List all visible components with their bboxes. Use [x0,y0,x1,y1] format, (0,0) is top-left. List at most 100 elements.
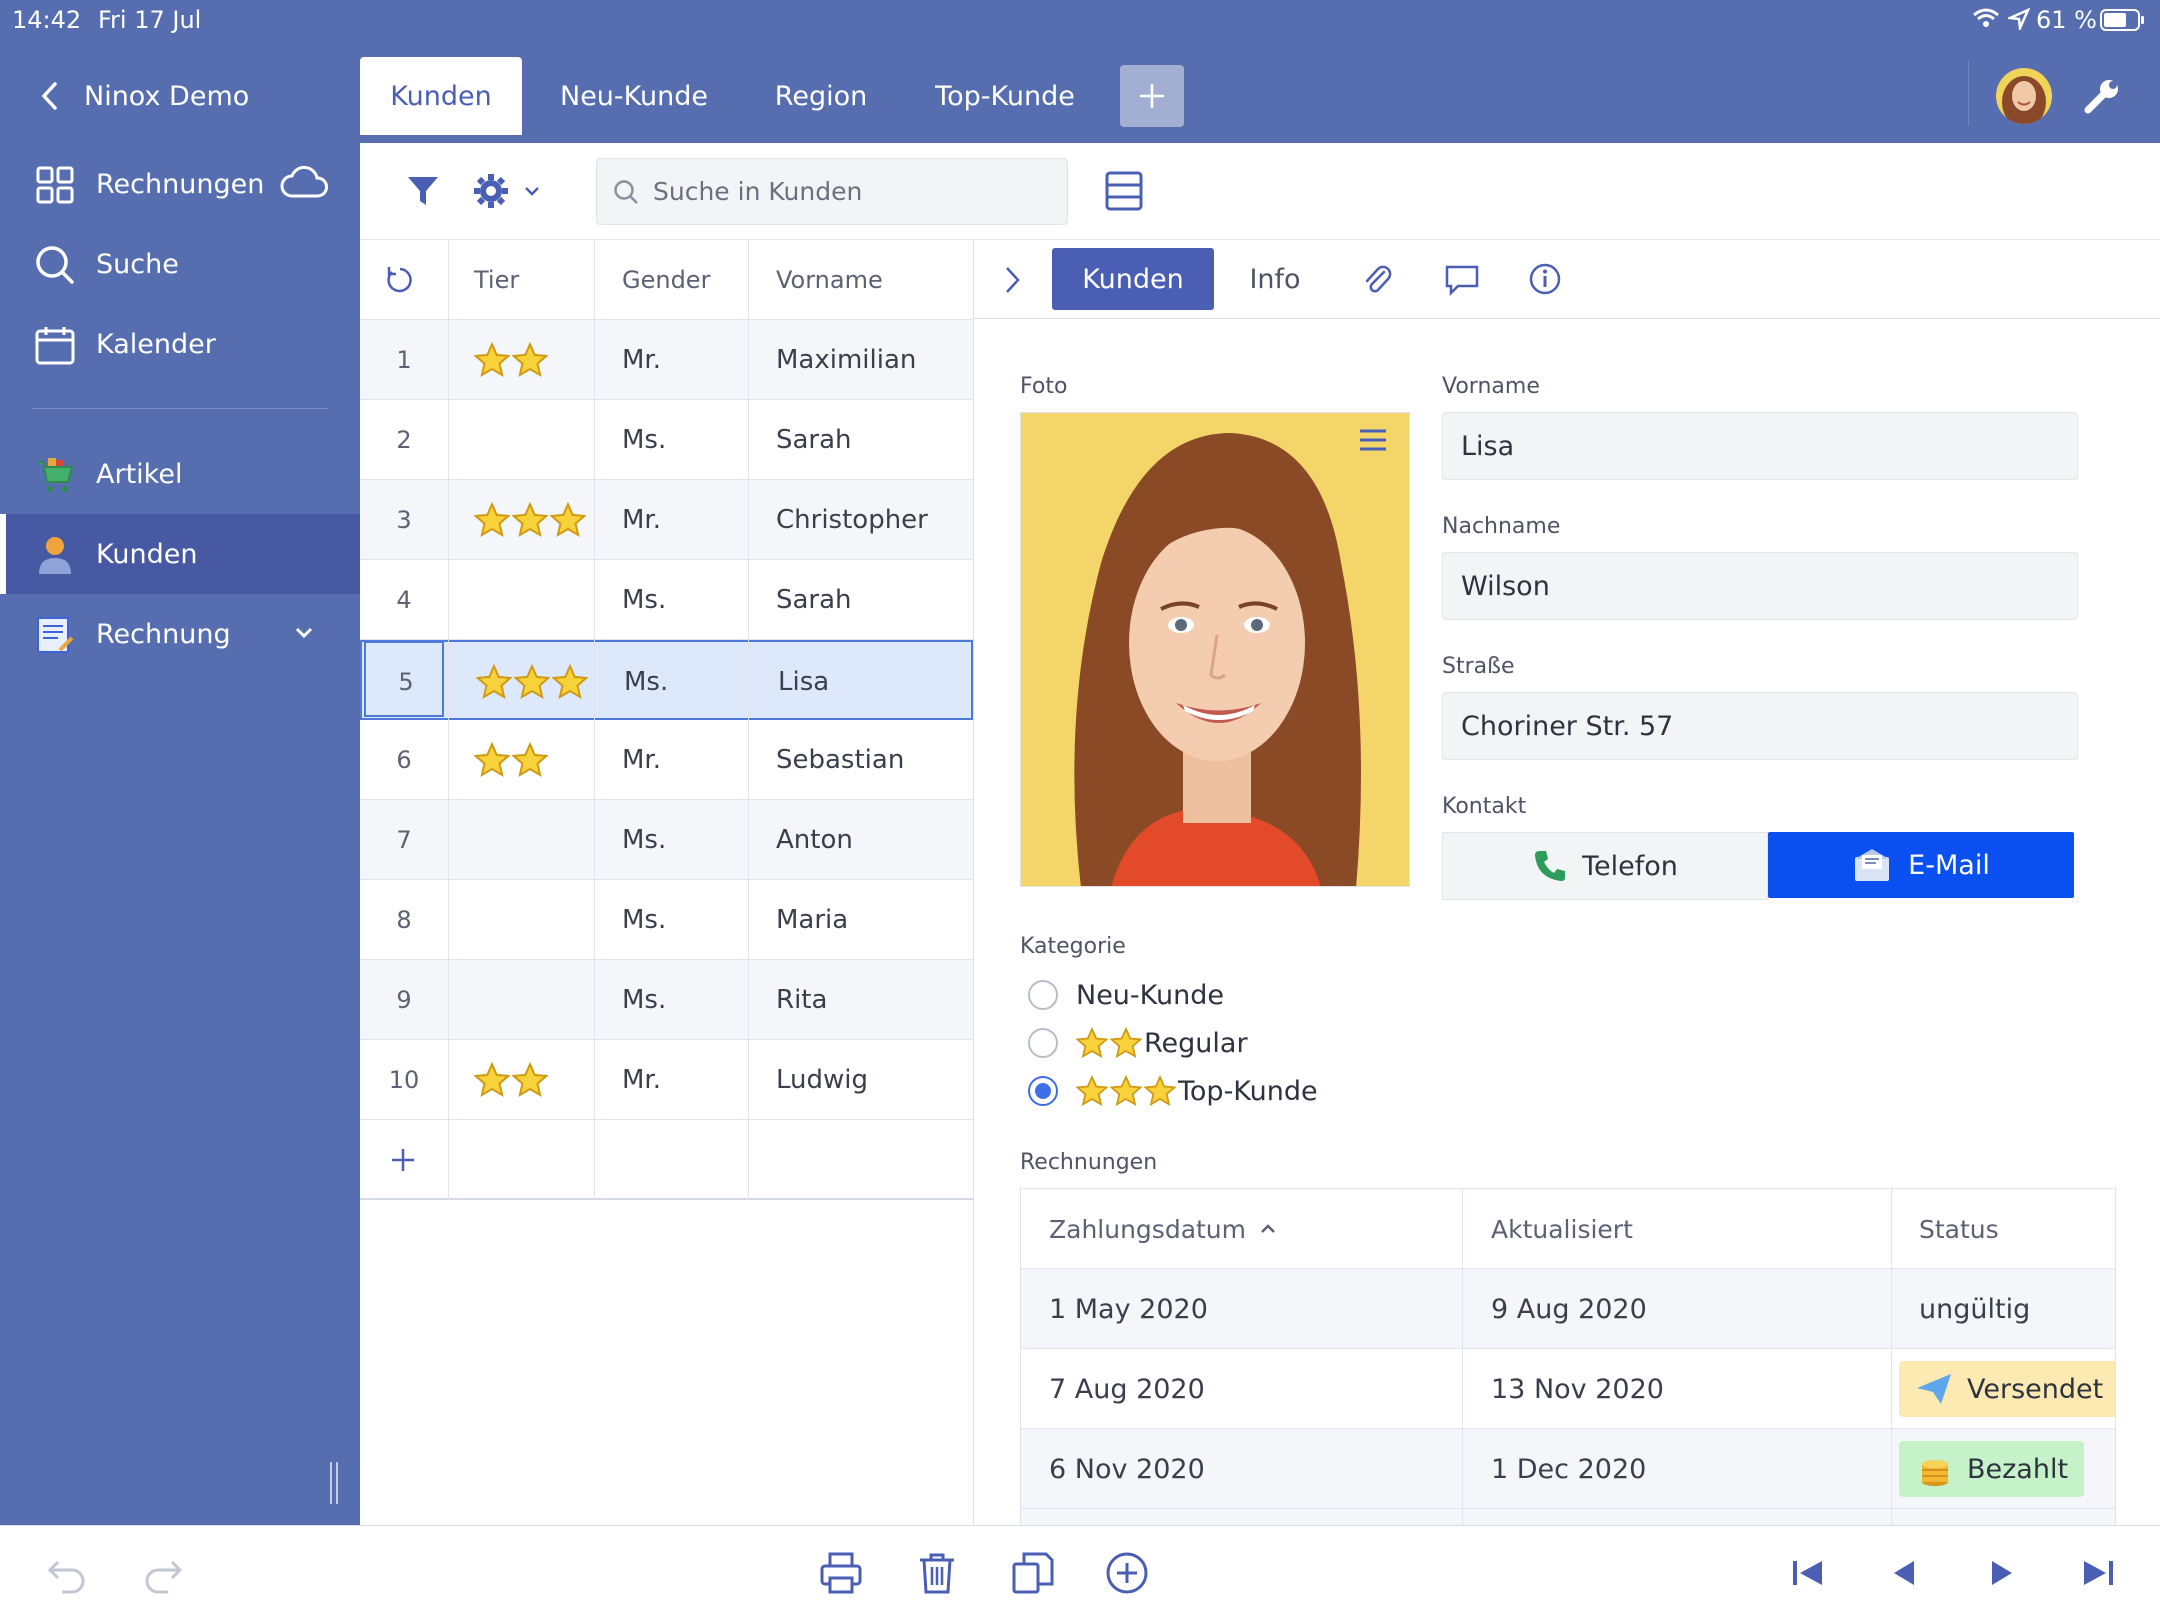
vorname-field[interactable]: Lisa [1442,412,2078,480]
last-record-icon[interactable] [2074,1550,2120,1596]
sidebar-resize-handle[interactable] [330,1462,338,1504]
column-header-aktualisiert[interactable]: Aktualisiert [1491,1189,1633,1269]
previous-record-icon[interactable] [1882,1550,1928,1596]
customer-photo[interactable] [1020,412,1410,887]
rechnung-row[interactable]: 1 May 2020 9 Aug 2020 ungültig [1021,1269,2115,1349]
vorname-cell[interactable]: Maximilian [776,320,916,400]
kategorie-radio[interactable] [1028,1028,1058,1058]
vorname-cell[interactable]: Lisa [778,642,829,722]
table-row[interactable]: 9 Ms. Rita [360,960,973,1040]
tab-top-kunde[interactable]: Top-Kunde [912,57,1098,135]
status-badge[interactable]: Versendet [1899,1361,2115,1417]
table-row[interactable]: 3 Mr. Christopher [360,480,973,560]
hamburger-menu-icon[interactable] [1357,427,1389,453]
add-row[interactable] [360,1120,973,1200]
kategorie-option-label[interactable]: Regular [1076,1025,1248,1061]
calendar-icon [34,324,76,366]
table-row[interactable]: 5 Ms. Lisa [360,640,973,720]
add-record-icon[interactable] [1104,1550,1150,1596]
gender-cell[interactable]: Ms. [622,880,666,960]
kategorie-option-label[interactable]: Neu-Kunde [1076,977,1224,1013]
sidebar-item-kalender[interactable]: Kalender [0,304,360,384]
table-row[interactable]: 4 Ms. Sarah [360,560,973,640]
vorname-cell[interactable]: Ludwig [776,1040,868,1120]
chevron-down-icon[interactable] [294,626,314,640]
tab-kunden[interactable]: Kunden [360,57,522,135]
gender-cell[interactable]: Mr. [622,720,661,800]
strasse-field[interactable]: Choriner Str. 57 [1442,692,2078,760]
gender-cell[interactable]: Ms. [622,560,666,640]
table-row[interactable]: 1 Mr. Maximilian [360,320,973,400]
nachname-field[interactable]: Wilson [1442,552,2078,620]
telefon-button[interactable]: Telefon [1442,832,1768,900]
table-row[interactable]: 8 Ms. Maria [360,880,973,960]
sidebar-item-artikel[interactable]: Artikel [0,434,360,514]
sidebar-item-rechnungen[interactable]: Rechnungen [0,144,360,224]
kategorie-option-label[interactable]: Top-Kunde [1076,1073,1318,1109]
first-record-icon[interactable] [1786,1550,1832,1596]
kategorie-radio[interactable] [1028,1076,1058,1106]
column-header-status[interactable]: Status [1919,1189,1999,1269]
tab-neu-kunde[interactable]: Neu-Kunde [538,57,730,135]
column-header-gender[interactable]: Gender [622,240,710,320]
email-button[interactable]: E-Mail [1768,832,2074,898]
vorname-cell[interactable]: Sarah [776,560,852,640]
table-row[interactable]: 7 Ms. Anton [360,800,973,880]
vorname-cell[interactable]: Anton [776,800,853,880]
comment-icon[interactable] [1444,264,1480,296]
info-icon[interactable] [1528,262,1562,296]
settings-menu-button[interactable] [472,172,540,210]
gender-cell[interactable]: Ms. [622,800,666,880]
next-record-icon[interactable] [1978,1550,2024,1596]
location-arrow-icon [2008,8,2030,30]
sidebar-item-kunden[interactable]: Kunden [0,514,360,594]
gender-cell[interactable]: Mr. [622,480,661,560]
vorname-cell[interactable]: Sarah [776,400,852,480]
table-row[interactable]: 6 Mr. Sebastian [360,720,973,800]
rechnung-row[interactable]: 7 Aug 2020 13 Nov 2020 Versendet [1021,1349,2115,1429]
gender-cell[interactable]: Mr. [622,320,661,400]
vorname-cell[interactable]: Christopher [776,480,928,560]
layout-icon[interactable] [1104,170,1144,212]
redo-icon[interactable] [140,1550,186,1596]
star-icon [1110,1075,1142,1107]
vorname-cell[interactable]: Rita [776,960,827,1040]
add-tab-button[interactable] [1120,65,1184,127]
detail-tab-kunden[interactable]: Kunden [1052,248,1214,310]
attachment-icon[interactable] [1362,262,1392,296]
status-badge[interactable]: Bezahlt [1899,1441,2085,1497]
print-icon[interactable] [818,1550,864,1596]
column-header-zahlungsdatum[interactable]: Zahlungsdatum [1049,1189,1276,1269]
duplicate-icon[interactable] [1010,1550,1056,1596]
wrench-icon[interactable] [2082,76,2122,116]
detail-tab-kunden-label: Kunden [1082,263,1184,295]
filter-icon[interactable] [406,174,440,208]
table-row[interactable]: 10 Mr. Ludwig [360,1040,973,1120]
detail-tab-info[interactable]: Info [1230,248,1320,310]
kategorie-radio[interactable] [1028,980,1058,1010]
vorname-cell[interactable]: Maria [776,880,848,960]
chevron-right-icon[interactable] [1002,264,1022,296]
gender-cell[interactable]: Ms. [622,400,666,480]
table-row[interactable]: 2 Ms. Sarah [360,400,973,480]
sidebar-item-rechnung[interactable]: Rechnung [0,594,360,674]
refresh-icon[interactable] [384,240,416,320]
trash-icon[interactable] [914,1550,960,1596]
tab-region[interactable]: Region [746,57,896,135]
vorname-cell[interactable]: Sebastian [776,720,904,800]
avatar[interactable] [1996,68,2052,124]
gender-cell[interactable]: Ms. [622,960,666,1040]
gender-cell[interactable]: Mr. [622,1040,661,1120]
gender-cell[interactable]: Ms. [624,642,668,722]
search-input[interactable]: Suche in Kunden [596,158,1068,225]
sidebar-item-suche[interactable]: Suche [0,224,360,304]
plus-icon[interactable] [390,1120,416,1200]
column-header-tier[interactable]: Tier [474,240,519,320]
column-header-vorname[interactable]: Vorname [776,240,883,320]
undo-icon[interactable] [44,1550,90,1596]
back-button[interactable]: Ninox Demo [40,74,270,118]
sidebar-item-label: Rechnungen [96,168,265,200]
cloud-icon[interactable] [280,164,328,200]
rechnung-row[interactable]: 6 Nov 2020 1 Dec 2020 Bezahlt [1021,1429,2115,1509]
vorname-value: Lisa [1461,430,1515,462]
